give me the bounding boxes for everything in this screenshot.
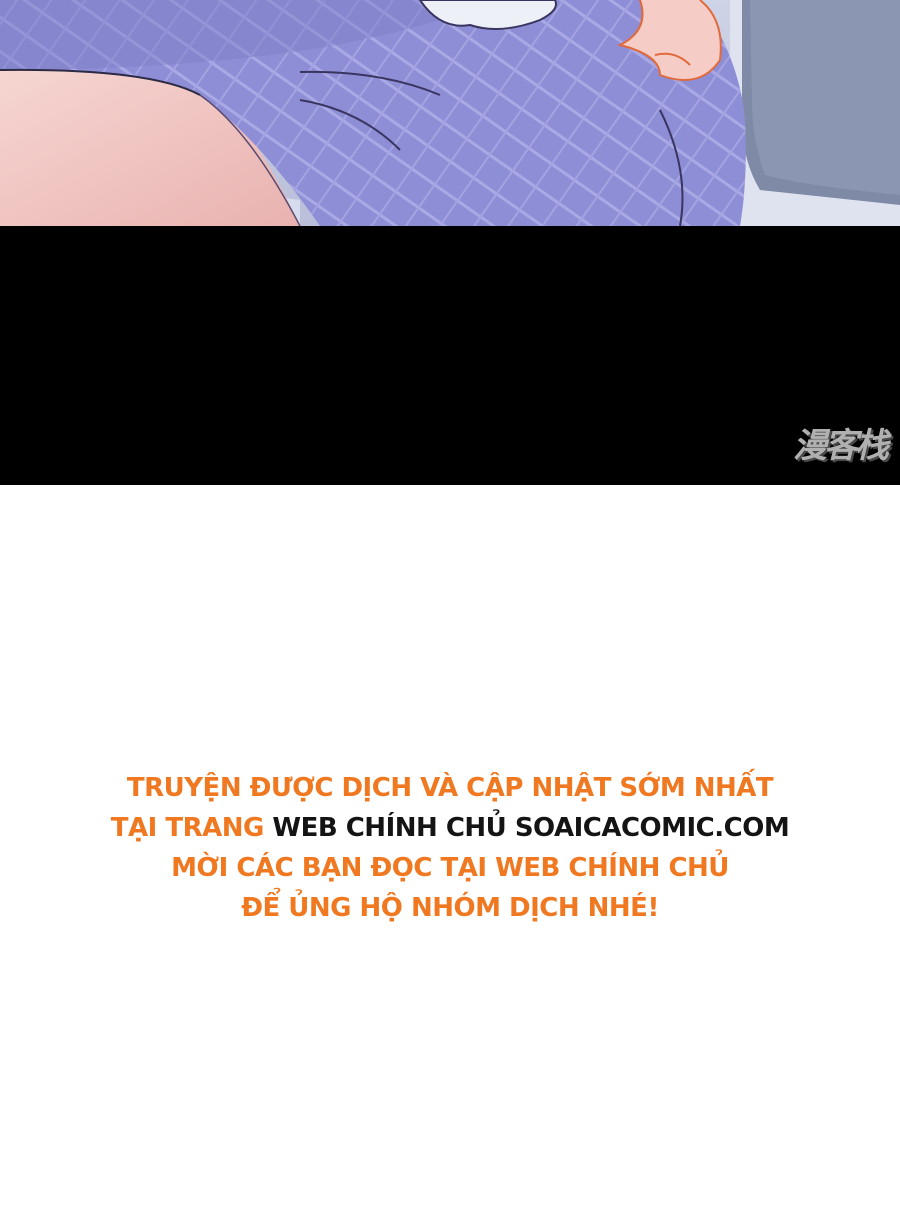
notice-line-4: ĐỂ ỦNG HỘ NHÓM DỊCH NHÉ! [241, 893, 659, 923]
website-link-text: WEB CHÍNH CHỦ SOAICACOMIC.COM [272, 813, 790, 843]
comic-illustration [0, 0, 900, 226]
comic-page: 漫客栈 TRUYỆN ĐƯỢC DỊCH VÀ CẬP NHẬT SỚM NHẤ… [0, 0, 900, 1219]
notice-line-3: MỜI CÁC BẠN ĐỌC TẠI WEB CHÍNH CHỦ [171, 853, 729, 883]
notice-line-2: TẠI TRANG WEB CHÍNH CHỦ SOAICACOMIC.COM [0, 808, 900, 848]
notice-line-1: TRUYỆN ĐƯỢC DỊCH VÀ CẬP NHẬT SỚM NHẤT [126, 773, 774, 803]
comic-art-panel [0, 0, 900, 226]
watermark-logo: 漫客栈 [793, 426, 889, 466]
notice-line-2-prefix: TẠI TRANG [110, 813, 273, 843]
black-panel-gap: 漫客栈 [0, 226, 900, 485]
translator-notice: TRUYỆN ĐƯỢC DỊCH VÀ CẬP NHẬT SỚM NHẤT TẠ… [0, 768, 900, 928]
